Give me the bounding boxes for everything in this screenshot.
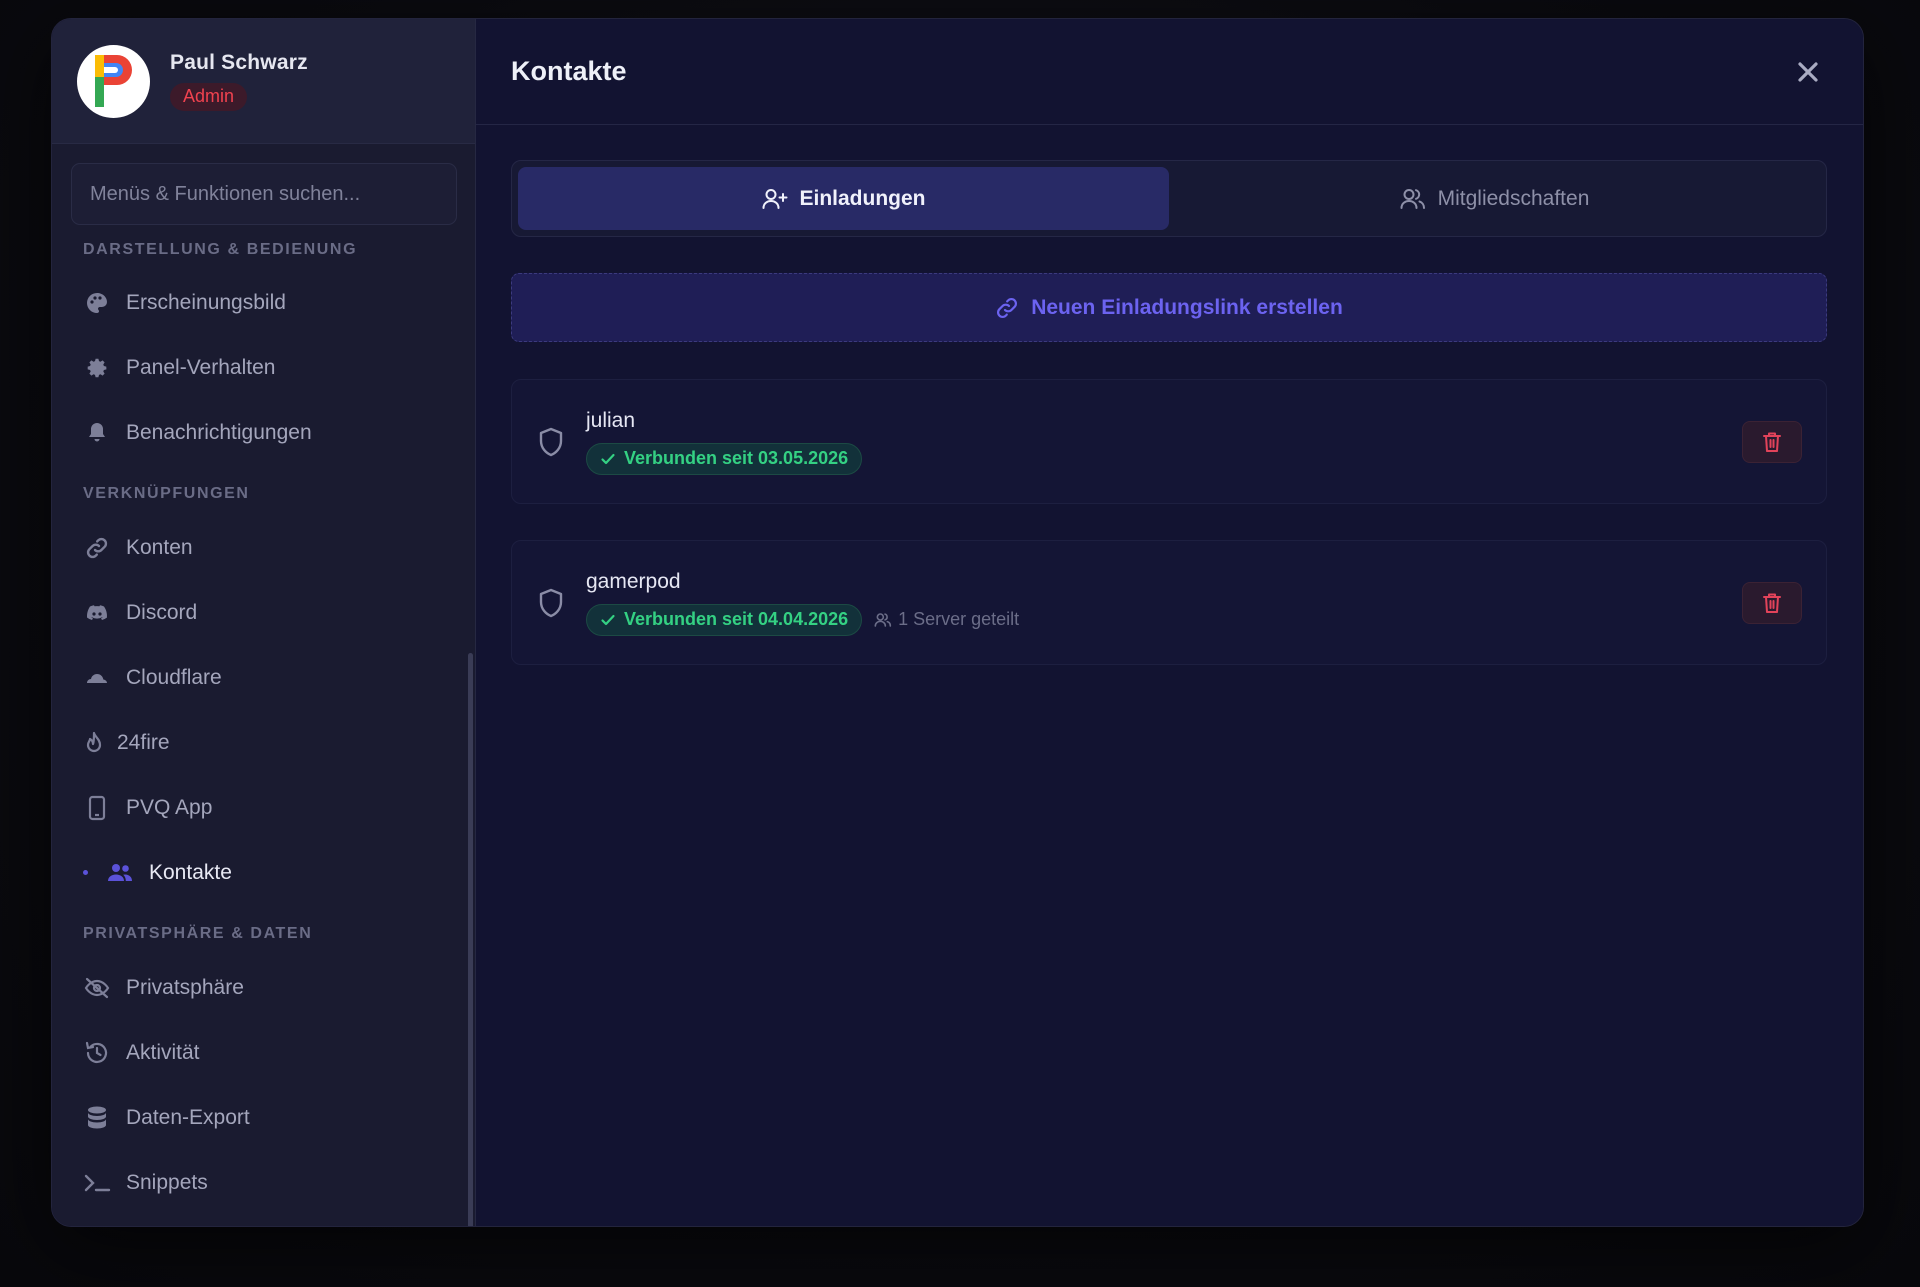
sidebar-item-label: Erscheinungsbild bbox=[126, 290, 286, 314]
tab-label: Einladungen bbox=[799, 186, 926, 210]
sidebar-item-label: Snippets bbox=[126, 1170, 208, 1194]
sidebar-item-label: Konten bbox=[126, 535, 193, 559]
sidebar-item-erscheinungsbild[interactable]: Erscheinungsbild bbox=[52, 270, 475, 335]
check-icon bbox=[600, 451, 616, 467]
sidebar-item-privatsphaere[interactable]: Privatsphäre bbox=[52, 955, 475, 1020]
sidebar-item-panel-verhalten[interactable]: Panel-Verhalten bbox=[52, 335, 475, 400]
sidebar: Paul Schwarz Admin Menüs & Funktionen su… bbox=[52, 19, 476, 1226]
settings-modal: Paul Schwarz Admin Menüs & Funktionen su… bbox=[51, 18, 1864, 1227]
terminal-icon bbox=[83, 1169, 111, 1197]
sidebar-item-cloudflare[interactable]: Cloudflare bbox=[52, 645, 475, 710]
app-logo-icon bbox=[94, 55, 132, 107]
sidebar-item-label: Panel-Verhalten bbox=[126, 355, 276, 379]
section-title-verknuepfungen: Verknüpfungen bbox=[83, 485, 250, 502]
check-icon bbox=[600, 612, 616, 628]
gear-icon bbox=[83, 354, 111, 382]
page-title: Kontakte bbox=[511, 56, 627, 86]
sidebar-scrollbar[interactable] bbox=[468, 653, 473, 1226]
cloud-icon bbox=[83, 664, 111, 692]
users-icon bbox=[106, 859, 134, 887]
shared-servers: 1 Server geteilt bbox=[874, 609, 1019, 630]
trash-icon bbox=[1763, 593, 1781, 613]
search-input[interactable]: Menüs & Funktionen suchen... bbox=[71, 163, 457, 225]
phone-icon bbox=[83, 794, 111, 822]
sidebar-item-pvq-app[interactable]: PVQ App bbox=[52, 775, 475, 840]
sidebar-item-24fire[interactable]: 24fire bbox=[52, 710, 475, 775]
sidebar-item-label: Aktivität bbox=[126, 1040, 200, 1064]
contact-card: julian Verbunden seit 03.05.2026 bbox=[511, 379, 1827, 504]
tab-einladungen[interactable]: Einladungen bbox=[518, 167, 1169, 230]
link-icon bbox=[83, 534, 111, 562]
role-badge: Admin bbox=[170, 83, 248, 111]
eye-off-icon bbox=[83, 974, 111, 1002]
main-panel: Kontakte Einladungen Mitgliedschaften Ne… bbox=[476, 19, 1863, 1226]
sidebar-item-label: Privatsphäre bbox=[126, 975, 244, 999]
sidebar-item-label: Benachrichtigungen bbox=[126, 420, 312, 444]
contact-name: julian bbox=[586, 408, 636, 432]
users-icon bbox=[1400, 187, 1426, 211]
avatar bbox=[77, 44, 150, 118]
sidebar-item-kontakte[interactable]: Kontakte bbox=[52, 840, 475, 905]
search-placeholder: Menüs & Funktionen suchen... bbox=[90, 182, 361, 205]
connected-since: Verbunden seit 03.05.2026 bbox=[624, 448, 849, 468]
discord-icon bbox=[83, 599, 111, 627]
delete-contact-button[interactable] bbox=[1742, 581, 1802, 624]
sidebar-item-label: 24fire bbox=[117, 730, 170, 754]
tab-label: Mitgliedschaften bbox=[1437, 186, 1590, 210]
palette-icon bbox=[83, 289, 111, 317]
flame-icon bbox=[83, 729, 105, 757]
main-header: Kontakte bbox=[476, 19, 1863, 125]
connected-since: Verbunden seit 04.04.2026 bbox=[624, 609, 849, 629]
connected-badge: Verbunden seit 04.04.2026 bbox=[586, 603, 863, 636]
sidebar-item-daten-export[interactable]: Daten-Export bbox=[52, 1085, 475, 1150]
trash-icon bbox=[1763, 432, 1781, 452]
sidebar-item-label: Discord bbox=[126, 600, 198, 624]
active-indicator bbox=[83, 870, 88, 875]
sidebar-item-konten[interactable]: Konten bbox=[52, 515, 475, 580]
create-invite-link-label: Neuen Einladungslink erstellen bbox=[1031, 295, 1343, 319]
delete-contact-button[interactable] bbox=[1742, 420, 1802, 463]
sidebar-item-benachrichtigungen[interactable]: Benachrichtigungen bbox=[52, 400, 475, 465]
user-plus-icon bbox=[762, 187, 788, 211]
close-icon bbox=[1798, 61, 1818, 82]
sidebar-item-discord[interactable]: Discord bbox=[52, 580, 475, 645]
connected-badge: Verbunden seit 03.05.2026 bbox=[586, 442, 863, 475]
tab-bar: Einladungen Mitgliedschaften bbox=[511, 160, 1827, 237]
link-icon bbox=[995, 296, 1019, 320]
bell-icon bbox=[83, 419, 111, 447]
create-invite-link-button[interactable]: Neuen Einladungslink erstellen bbox=[511, 273, 1827, 342]
shared-servers-label: 1 Server geteilt bbox=[898, 609, 1020, 629]
contact-card: gamerpod Verbunden seit 04.04.2026 1 Ser… bbox=[511, 540, 1827, 665]
contact-name: gamerpod bbox=[586, 569, 681, 593]
sidebar-item-label: Cloudflare bbox=[126, 665, 222, 689]
tab-mitgliedschaften[interactable]: Mitgliedschaften bbox=[1169, 167, 1820, 230]
sidebar-item-label: PVQ App bbox=[126, 795, 213, 819]
sidebar-item-label: Kontakte bbox=[149, 860, 232, 884]
section-title-darstellung: Darstellung & Bedienung bbox=[83, 241, 358, 258]
sidebar-item-snippets[interactable]: Snippets bbox=[52, 1150, 475, 1215]
sidebar-item-aktivitaet[interactable]: Aktivität bbox=[52, 1020, 475, 1085]
profile-name: Paul Schwarz bbox=[170, 51, 308, 74]
section-title-privatsphaere: Privatsphäre & Daten bbox=[83, 925, 313, 942]
profile-header: Paul Schwarz Admin bbox=[52, 19, 475, 144]
shield-icon bbox=[538, 588, 568, 618]
sidebar-item-label: Daten-Export bbox=[126, 1105, 250, 1129]
database-icon bbox=[83, 1104, 111, 1132]
users-icon bbox=[874, 612, 892, 628]
shield-icon bbox=[538, 427, 568, 457]
close-button[interactable] bbox=[1791, 55, 1825, 89]
history-icon bbox=[83, 1039, 111, 1067]
